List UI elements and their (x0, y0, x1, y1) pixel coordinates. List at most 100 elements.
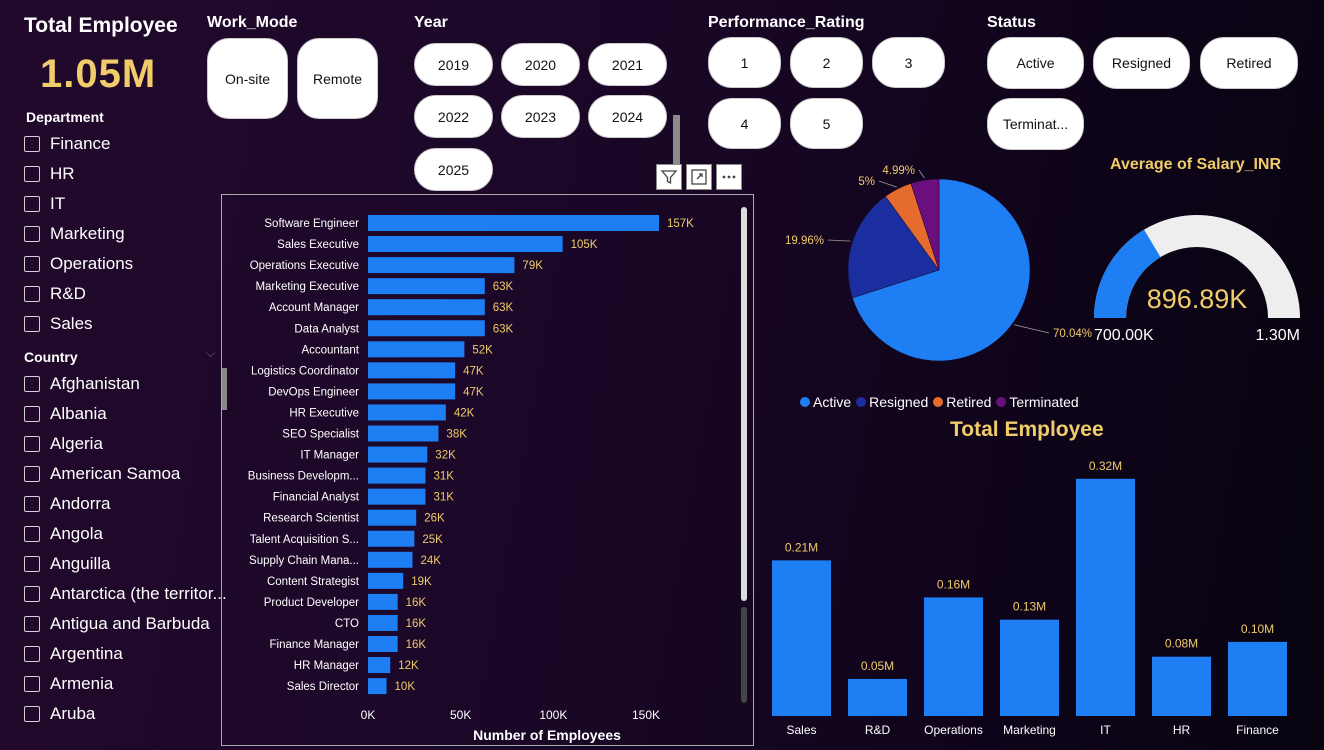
year-2022-button[interactable]: 2022 (414, 95, 493, 138)
checkbox[interactable] (24, 646, 40, 662)
checkbox[interactable] (24, 406, 40, 422)
department-item-it[interactable]: IT (24, 191, 65, 217)
bar-logistics-coordinator[interactable] (368, 362, 456, 379)
country-item-argentina[interactable]: Argentina (24, 641, 123, 667)
column-hr[interactable] (1152, 656, 1211, 716)
department-item-r-d[interactable]: R&D (24, 281, 86, 307)
year-2025-button[interactable]: 2025 (414, 148, 493, 191)
rating-3-button[interactable]: 3 (872, 37, 945, 88)
country-item-antarctica-the-territor[interactable]: Antarctica (the territor... (24, 581, 227, 607)
status-terminated-button[interactable]: Terminat... (987, 98, 1084, 150)
checkbox[interactable] (24, 226, 40, 242)
country-item-label: Antigua and Barbuda (50, 614, 210, 633)
checkbox[interactable] (24, 136, 40, 152)
checkbox[interactable] (24, 286, 40, 302)
year-scrollbar[interactable] (673, 115, 680, 165)
legend-item-terminated[interactable]: Terminated (996, 394, 1079, 410)
department-item-marketing[interactable]: Marketing (24, 221, 125, 247)
year-2023-button[interactable]: 2023 (501, 95, 580, 138)
bar-sales-director[interactable] (368, 678, 387, 695)
legend-item-retired[interactable]: Retired (933, 394, 991, 410)
department-item-operations[interactable]: Operations (24, 251, 133, 277)
gauge-value-label: 896.89K (1147, 284, 1248, 314)
bar-content-strategist[interactable] (368, 572, 404, 589)
bar-account-manager[interactable] (368, 299, 485, 316)
bar-seo-specialist[interactable] (368, 425, 439, 442)
bar-supply-chain-mana[interactable] (368, 551, 413, 568)
checkbox[interactable] (24, 166, 40, 182)
legend-item-resigned[interactable]: Resigned (856, 394, 928, 410)
checkbox[interactable] (24, 256, 40, 272)
country-item-armenia[interactable]: Armenia (24, 671, 113, 697)
checkbox[interactable] (24, 436, 40, 452)
checkbox[interactable] (24, 676, 40, 692)
country-item-american-samoa[interactable]: American Samoa (24, 461, 180, 487)
rating-2-button[interactable]: 2 (790, 37, 863, 88)
bar-financial-analyst[interactable] (368, 488, 426, 505)
checkbox[interactable] (24, 376, 40, 392)
country-item-angola[interactable]: Angola (24, 521, 103, 547)
country-item-algeria[interactable]: Algeria (24, 431, 103, 457)
checkbox[interactable] (24, 196, 40, 212)
bar-sales-executive[interactable] (368, 236, 563, 253)
bar-hr-executive[interactable] (368, 404, 446, 421)
column-finance[interactable] (1228, 641, 1287, 716)
country-item-afghanistan[interactable]: Afghanistan (24, 371, 140, 397)
bar-cto[interactable] (368, 614, 398, 631)
rating-5-button[interactable]: 5 (790, 98, 863, 149)
country-item-aruba[interactable]: Aruba (24, 701, 95, 727)
filter-icon[interactable] (656, 164, 682, 190)
column-marketing[interactable] (1000, 619, 1059, 716)
focus-mode-icon[interactable] (686, 164, 712, 190)
bar-research-scientist[interactable] (368, 509, 417, 526)
work-mode-onsite-button[interactable]: On-site (207, 38, 288, 119)
bar-business-developm[interactable] (368, 467, 426, 484)
year-2020-button[interactable]: 2020 (501, 43, 580, 86)
chart-scrollbar[interactable] (741, 207, 747, 601)
bar-accountant[interactable] (368, 341, 465, 358)
checkbox[interactable] (24, 556, 40, 572)
year-2024-button[interactable]: 2024 (588, 95, 667, 138)
checkbox[interactable] (24, 616, 40, 632)
bar-hr-manager[interactable] (368, 657, 391, 674)
bar-product-developer[interactable] (368, 593, 398, 610)
year-2021-button[interactable]: 2021 (588, 43, 667, 86)
more-options-icon[interactable] (716, 164, 742, 190)
department-item-label: Marketing (50, 224, 125, 243)
department-item-finance[interactable]: Finance (24, 131, 110, 157)
work-mode-remote-button[interactable]: Remote (297, 38, 378, 119)
country-item-albania[interactable]: Albania (24, 401, 107, 427)
country-item-andorra[interactable]: Andorra (24, 491, 110, 517)
bar-software-engineer[interactable] (368, 215, 659, 231)
country-item-antigua-and-barbuda[interactable]: Antigua and Barbuda (24, 611, 210, 637)
checkbox[interactable] (24, 586, 40, 602)
checkbox[interactable] (24, 526, 40, 542)
column-operations[interactable] (924, 597, 983, 716)
status-active-button[interactable]: Active (987, 37, 1084, 89)
bar-marketing-executive[interactable] (368, 278, 485, 295)
department-item-hr[interactable]: HR (24, 161, 75, 187)
checkbox[interactable] (24, 466, 40, 482)
bar-it-manager[interactable] (368, 446, 428, 463)
column-sales[interactable] (772, 560, 831, 716)
status-resigned-button[interactable]: Resigned (1093, 37, 1190, 89)
bar-devops-engineer[interactable] (368, 383, 456, 400)
status-retired-button[interactable]: Retired (1200, 37, 1298, 89)
bar-operations-executive[interactable] (368, 257, 515, 274)
chevron-down-icon[interactable]: ⌵ (206, 346, 215, 361)
country-item-anguilla[interactable]: Anguilla (24, 551, 111, 577)
rating-1-button[interactable]: 1 (708, 37, 781, 88)
bar-finance-manager[interactable] (368, 636, 398, 652)
checkbox[interactable] (24, 496, 40, 512)
rating-4-button[interactable]: 4 (708, 98, 781, 149)
year-2019-button[interactable]: 2019 (414, 43, 493, 86)
column-data-label: 0.16M (937, 577, 970, 591)
column-r-d[interactable] (848, 678, 907, 716)
checkbox[interactable] (24, 316, 40, 332)
checkbox[interactable] (24, 706, 40, 722)
column-it[interactable] (1076, 478, 1135, 716)
bar-talent-acquisition-s[interactable] (368, 530, 415, 547)
department-item-sales[interactable]: Sales (24, 311, 93, 337)
bar-data-analyst[interactable] (368, 320, 485, 337)
legend-item-active[interactable]: Active (800, 394, 851, 410)
